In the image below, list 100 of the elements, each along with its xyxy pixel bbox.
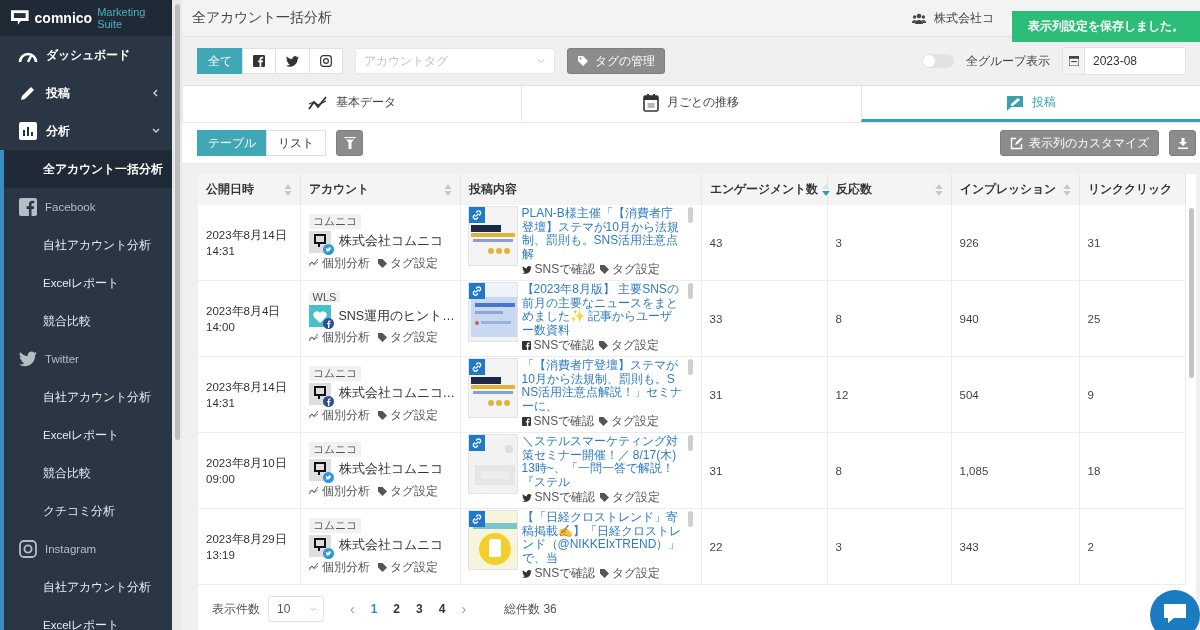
post-text-link[interactable]: 【2023年8月版】 主要SNSの前月の主要なニュースをまとめました✨ 記事からユーザー数資料 [521, 283, 683, 337]
view-on-sns-link[interactable]: SNSで確認 [521, 413, 595, 430]
view-mode-button[interactable]: リスト [266, 130, 326, 156]
filter-button[interactable] [336, 130, 363, 156]
analysis-link[interactable]: 個別分析 [308, 406, 370, 424]
analysis-link[interactable]: 個別分析 [308, 482, 370, 500]
nav-subitem[interactable]: 自社アカウント分析 [4, 378, 172, 416]
tag-icon [600, 493, 610, 502]
avatar-icon [308, 534, 331, 557]
date-cell: 2023年8月4日 14:00 [198, 280, 300, 357]
analysis-link[interactable]: 個別分析 [308, 329, 370, 346]
nav-subitem[interactable]: 競合比較 [4, 302, 172, 340]
analysis-link[interactable]: 個別分析 [308, 558, 370, 576]
account-tag: コムニコ [308, 441, 361, 457]
tab[interactable]: 基本データ [182, 86, 522, 122]
tag-setting-link[interactable]: タグ設定 [600, 261, 661, 278]
tag-setting-link[interactable]: タグ設定 [377, 558, 438, 576]
scrollbar[interactable] [687, 207, 693, 223]
instagram-icon [19, 540, 37, 558]
page-button[interactable]: 4 [438, 602, 446, 616]
page-size-select[interactable]: 10 [268, 596, 324, 622]
scrollbar[interactable] [687, 511, 693, 527]
tag-icon [577, 55, 589, 67]
column-header[interactable]: アカウント [300, 174, 460, 205]
post-text-link[interactable]: 「【消費者庁登壇】ステマが10月から法規制、罰則も。SNS活用注意点解説！」セミナーに、 [521, 359, 683, 413]
table-cell: 1,085 [951, 432, 1079, 509]
analysis-link[interactable]: 個別分析 [308, 254, 370, 272]
table-cell: 2 [1079, 508, 1185, 585]
month-picker[interactable]: 2023-08 [1062, 47, 1186, 75]
line-chart-icon [308, 94, 329, 111]
link-icon [468, 283, 485, 299]
tag-setting-link[interactable]: タグ設定 [377, 329, 438, 346]
toggle-switch[interactable] [922, 54, 954, 68]
view-on-sns-link[interactable]: SNSで確認 [521, 337, 595, 354]
chat-button[interactable] [1150, 590, 1200, 630]
page-button[interactable]: 2 [393, 602, 401, 616]
nav-subitem[interactable]: 自社アカウント分析 [4, 226, 172, 264]
nav-subitem[interactable]: 自社アカウント分析 [4, 568, 172, 606]
avatar-icon [308, 382, 331, 405]
table-cell: 12 [827, 356, 951, 433]
instagram-filter-button[interactable] [309, 48, 343, 74]
account-tag: WLS [308, 291, 341, 303]
view-on-sns-link[interactable]: SNSで確認 [521, 489, 596, 506]
column-header[interactable]: 公開日時 [198, 174, 300, 205]
date-cell: 2023年8月14日 14:31 [198, 205, 300, 281]
scrollbar[interactable] [687, 435, 693, 451]
view-on-sns-link[interactable]: SNSで確認 [521, 261, 596, 278]
scrollbar[interactable] [687, 359, 693, 375]
scrollbar[interactable] [687, 283, 693, 299]
post-text-link[interactable]: 【「日経クロストレンド」寄稿掲載✍】「日経クロストレンド（@NIKKEIxTREND）」で、当 [521, 511, 683, 565]
column-header[interactable]: 反応数 [827, 174, 951, 205]
twitter-icon [322, 471, 334, 483]
tag-icon [377, 410, 387, 420]
avatar-icon [308, 230, 331, 253]
date-cell: 2023年8月14日 14:31 [198, 356, 300, 433]
column-header[interactable]: エンゲージメント数 [701, 174, 827, 205]
account-tag: コムニコ [308, 365, 361, 381]
tag-setting-link[interactable]: タグ設定 [377, 482, 438, 500]
nav-subitem[interactable]: Excelレポート [4, 264, 172, 302]
download-icon [1177, 137, 1188, 149]
twitter-filter-button[interactable] [275, 48, 310, 74]
avatar-icon [308, 305, 331, 327]
page-button[interactable]: 3 [416, 602, 423, 616]
tag-setting-link[interactable]: タグ設定 [377, 406, 438, 424]
nav-item[interactable]: ダッシュボード [0, 36, 172, 74]
tag-setting-link[interactable]: タグ設定 [377, 254, 438, 272]
view-on-sns-link[interactable]: SNSで確認 [521, 565, 596, 582]
nav-subitem[interactable]: 競合比較 [4, 454, 172, 492]
total-count: 総件数 36 [504, 600, 557, 618]
tag-icon [377, 333, 387, 342]
section-label: Facebook [45, 201, 96, 213]
account-tag: コムニコ [308, 213, 361, 229]
nav-item[interactable]: 投稿 [0, 74, 172, 112]
post-text-link[interactable]: ＼ステルスマーケティング対策セミナー開催！／ 8/17(木)13時~、「一問一答で解説！『ステル [521, 435, 683, 489]
post-text-link[interactable]: PLAN-B様主催「【消費者庁登壇】ステマが10月から法規制、罰則も。SNS活用注意点解 [521, 207, 683, 261]
facebook-icon [322, 318, 334, 329]
tag-setting-link[interactable]: タグ設定 [599, 337, 660, 354]
nav-subitem[interactable]: Excelレポート [4, 416, 172, 454]
facebook-icon [521, 341, 531, 350]
facebook-filter-button[interactable] [242, 48, 276, 74]
table-cell: 3 [827, 508, 951, 585]
line-chart-icon [308, 333, 319, 342]
account-name: 株式会社コムニコ [338, 461, 443, 478]
nav-subitem[interactable]: クチコミ分析 [4, 492, 172, 530]
tag-setting-link[interactable]: タグ設定 [600, 565, 661, 582]
nav-subitem[interactable]: 全アカウント一括分析 [4, 150, 172, 188]
nav-item[interactable]: 分析 [0, 112, 172, 150]
column-header[interactable]: インプレッション [951, 174, 1079, 205]
account-name: 株式会社コ [934, 9, 994, 27]
line-chart-icon [308, 487, 319, 495]
page-button[interactable]: 1 [370, 602, 378, 616]
nav-subitem[interactable]: Excelレポート [4, 606, 172, 630]
download-button[interactable] [1169, 130, 1196, 156]
tag-icon [600, 569, 610, 578]
tab[interactable]: 月ごとの推移 [521, 86, 861, 122]
tag-setting-link[interactable]: タグ設定 [599, 413, 660, 430]
filter-icon [343, 136, 356, 150]
scrollbar[interactable] [172, 0, 182, 630]
edit-icon [1010, 136, 1023, 150]
tag-setting-link[interactable]: タグ設定 [600, 489, 661, 506]
